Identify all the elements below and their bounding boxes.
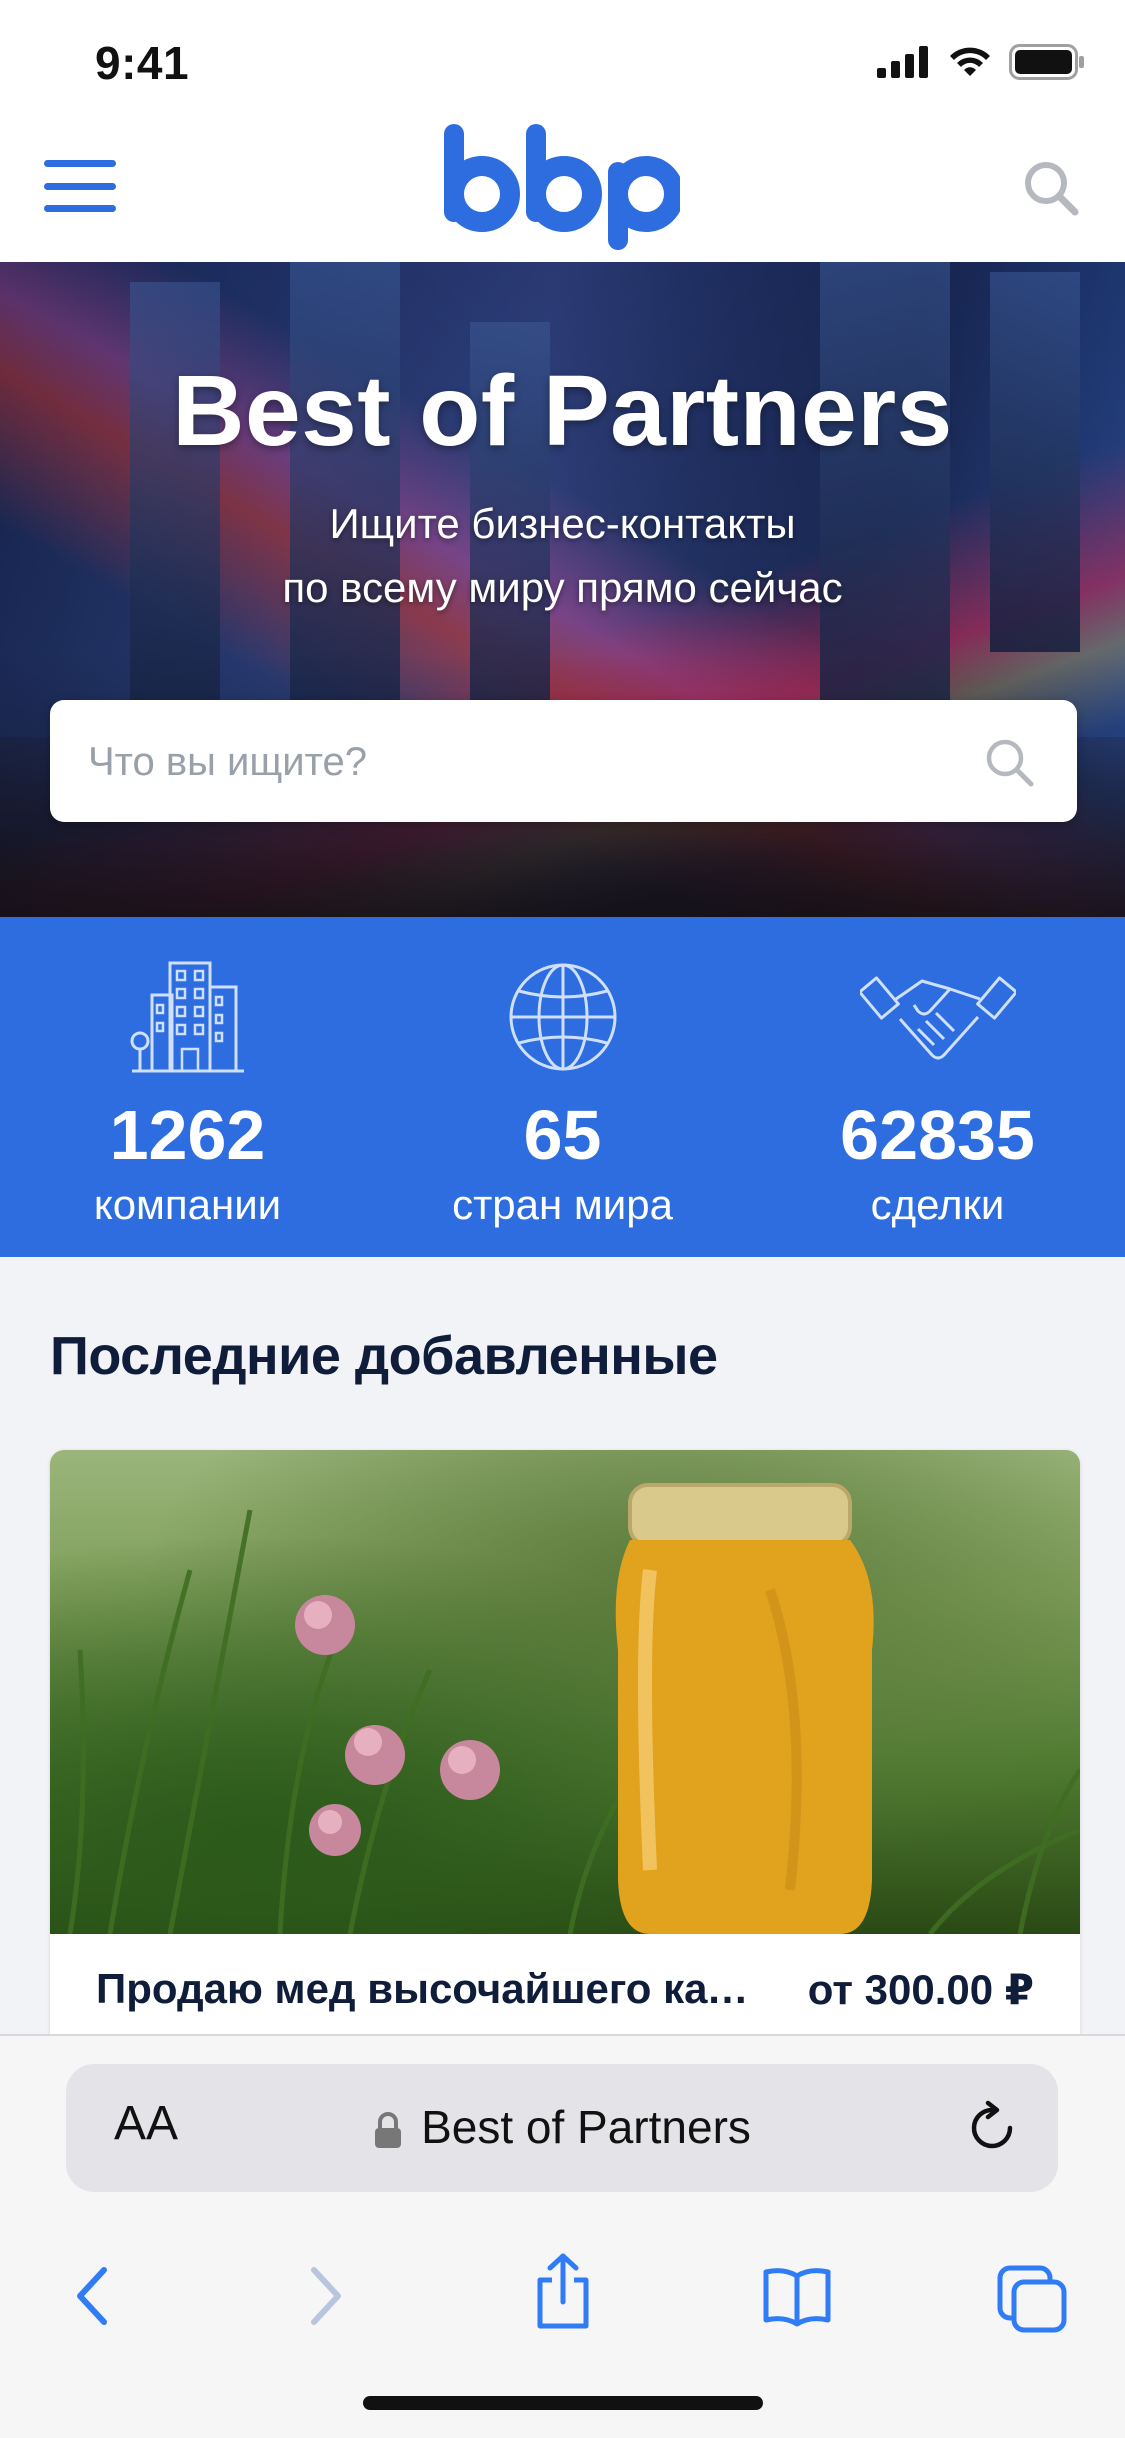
search-input[interactable] bbox=[86, 700, 970, 824]
bbp-logo[interactable]: bbp bbox=[440, 122, 680, 250]
hero-subtitle-line2: по всему миру прямо сейчас bbox=[282, 564, 843, 611]
url-label: Best of Partners bbox=[421, 2101, 751, 2153]
home-indicator[interactable] bbox=[363, 2396, 763, 2410]
back-icon[interactable] bbox=[70, 2264, 114, 2328]
section-title-latest: Последние добавленные bbox=[50, 1326, 718, 1386]
hero-subtitle-line1: Ищите бизнес-контакты bbox=[329, 500, 796, 547]
honey-jar-illustration bbox=[67, 1483, 1080, 1934]
forward-icon[interactable] bbox=[304, 2264, 348, 2328]
stat-label: стран мира bbox=[452, 1181, 673, 1228]
address-bar-center: Best of Partners bbox=[66, 2100, 1058, 2154]
signal-icon bbox=[877, 46, 928, 78]
status-icons bbox=[877, 44, 1085, 80]
handshake-icon bbox=[859, 976, 1016, 1060]
stat-companies: 1262 компании bbox=[0, 917, 375, 1257]
globe-icon bbox=[509, 963, 616, 1071]
hero-search-box bbox=[50, 700, 1077, 824]
lock-icon bbox=[375, 2111, 402, 2148]
search-icon[interactable] bbox=[1021, 158, 1081, 218]
share-icon[interactable] bbox=[530, 2252, 596, 2332]
stat-value: 62835 bbox=[840, 1096, 1035, 1174]
buildings-icon bbox=[130, 961, 244, 1073]
hamburger-menu-button[interactable] bbox=[44, 160, 116, 212]
status-time: 9:41 bbox=[95, 37, 190, 89]
wifi-icon bbox=[950, 47, 990, 76]
site-header: bbp bbox=[0, 100, 1125, 263]
stat-value: 65 bbox=[523, 1096, 602, 1174]
hamburger-line bbox=[44, 182, 116, 190]
search-icon[interactable] bbox=[983, 736, 1035, 788]
reload-icon[interactable] bbox=[966, 2100, 1020, 2156]
stat-label: компании bbox=[93, 1181, 282, 1228]
hero-subtitle: Ищите бизнес-контакты по всему миру прям… bbox=[0, 492, 1125, 620]
bookmarks-icon[interactable] bbox=[762, 2264, 832, 2328]
listing-price: от 300.00 ₽ bbox=[807, 1966, 1034, 2013]
hamburger-line bbox=[44, 205, 116, 212]
stat-label: сделки bbox=[870, 1181, 1005, 1228]
hero-title: Best of Partners bbox=[172, 355, 953, 467]
safari-toolbar bbox=[0, 2236, 1125, 2376]
listing-card[interactable]: Продаю мед высочайшего качества от 300.0… bbox=[50, 1450, 1080, 2050]
hero-banner: Best of Partners Ищите бизнес-контакты п… bbox=[0, 262, 1125, 917]
hamburger-icon bbox=[44, 160, 116, 167]
safari-bottom-bar: AA Best of Partners bbox=[0, 2034, 1125, 2438]
battery-icon bbox=[1009, 44, 1084, 80]
tabs-icon[interactable] bbox=[996, 2264, 1068, 2334]
listing-title[interactable]: Продаю мед высочайшего качества bbox=[96, 1965, 756, 2013]
stats-bar: 1262 компании 65 стран мира 62835 сделки bbox=[0, 917, 1125, 1257]
address-bar[interactable]: AA Best of Partners bbox=[66, 2064, 1058, 2192]
listing-image-honey bbox=[50, 1450, 1080, 1934]
stat-deals: 62835 сделки bbox=[750, 917, 1125, 1257]
stat-value: 1262 bbox=[109, 1096, 266, 1174]
stat-countries: 65 стран мира bbox=[375, 917, 750, 1257]
